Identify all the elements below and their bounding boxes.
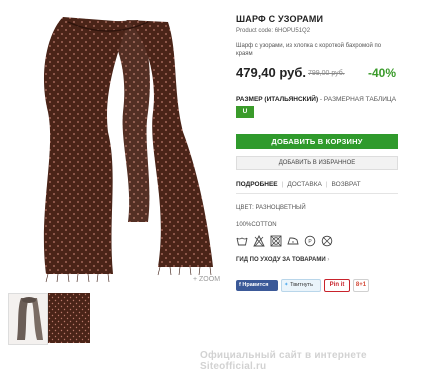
product-code: Product code: 6HOPU51Q2	[236, 28, 311, 34]
twitter-icon: ✦	[284, 282, 289, 288]
add-to-cart-button[interactable]: ДОБАВИТЬ В КОРЗИНУ	[236, 134, 398, 149]
care-icons: P	[236, 234, 333, 247]
google-plus-button[interactable]: 8+1	[353, 279, 369, 292]
no-tumble-dry-icon	[270, 234, 282, 247]
care-guide-link[interactable]: ГИД ПО УХОДУ ЗА ТОВАРАМИ ›	[236, 257, 329, 263]
care-guide-label: ГИД ПО УХОДУ ЗА ТОВАРАМИ	[236, 257, 326, 263]
product-main-image[interactable]	[8, 12, 223, 284]
pinterest-pin-button[interactable]: Pin it	[324, 279, 350, 292]
dry-clean-icon: P	[304, 234, 316, 247]
facebook-like-label: Нравится	[242, 282, 269, 288]
discount-badge: -40%	[368, 66, 397, 80]
tab-details[interactable]: ПОДРОБНЕЕ	[236, 181, 278, 188]
size-table-link[interactable]: РАЗМЕРНАЯ ТАБЛИЦА	[324, 96, 396, 103]
info-tabs: ПОДРОБНЕЕ | ДОСТАВКА | ВОЗВРАТ	[236, 181, 361, 188]
size-row: РАЗМЕР (ИТАЛЬЯНСКИЙ) - РАЗМЕРНАЯ ТАБЛИЦА	[236, 96, 396, 103]
no-bleach-icon	[253, 234, 265, 247]
wash-icon	[236, 234, 248, 246]
iron-icon	[287, 234, 299, 246]
product-price: 479,40 руб.	[236, 65, 307, 80]
product-title: ШАРФ С УЗОРАМИ	[236, 14, 324, 24]
tabs-divider	[236, 193, 398, 194]
facebook-like-button[interactable]: f Нравится	[236, 280, 278, 291]
tab-delivery[interactable]: ДОСТАВКА	[287, 181, 321, 188]
thumbnail-scarf-worn[interactable]	[8, 293, 48, 345]
tab-returns[interactable]: ВОЗВРАТ	[332, 181, 361, 188]
add-to-favorites-button[interactable]: ДОБАВИТЬ В ИЗБРАННОЕ	[236, 156, 398, 170]
thumbnail-scarf-fabric[interactable]	[48, 293, 90, 343]
product-color: ЦВЕТ: РАЗНОЦВЕТНЫЙ	[236, 205, 306, 211]
size-label: РАЗМЕР (ИТАЛЬЯНСКИЙ)	[236, 96, 319, 103]
watermark: Официальный сайт в интернете Siteofficia…	[200, 350, 367, 372]
product-old-price: 799,00 руб.	[308, 70, 345, 77]
chevron-right-icon: ›	[327, 257, 330, 263]
twitter-tweet-button[interactable]: ✦ Твитнуть	[281, 279, 321, 292]
zoom-label[interactable]: + ZOOM	[193, 276, 220, 283]
twitter-tweet-label: Твитнуть	[290, 282, 313, 288]
product-composition: 100%COTTON	[236, 222, 277, 228]
no-dry-clean-icon	[321, 234, 333, 247]
tab-separator: |	[281, 181, 284, 188]
social-share-bar: f Нравится ✦ Твитнуть Pin it 8+1	[236, 279, 369, 292]
svg-text:P: P	[308, 239, 312, 245]
tab-separator: |	[325, 181, 328, 188]
size-option-u[interactable]: U	[236, 106, 254, 118]
product-description: Шарф с узорами, из хлопка с короткой бах…	[236, 43, 382, 57]
